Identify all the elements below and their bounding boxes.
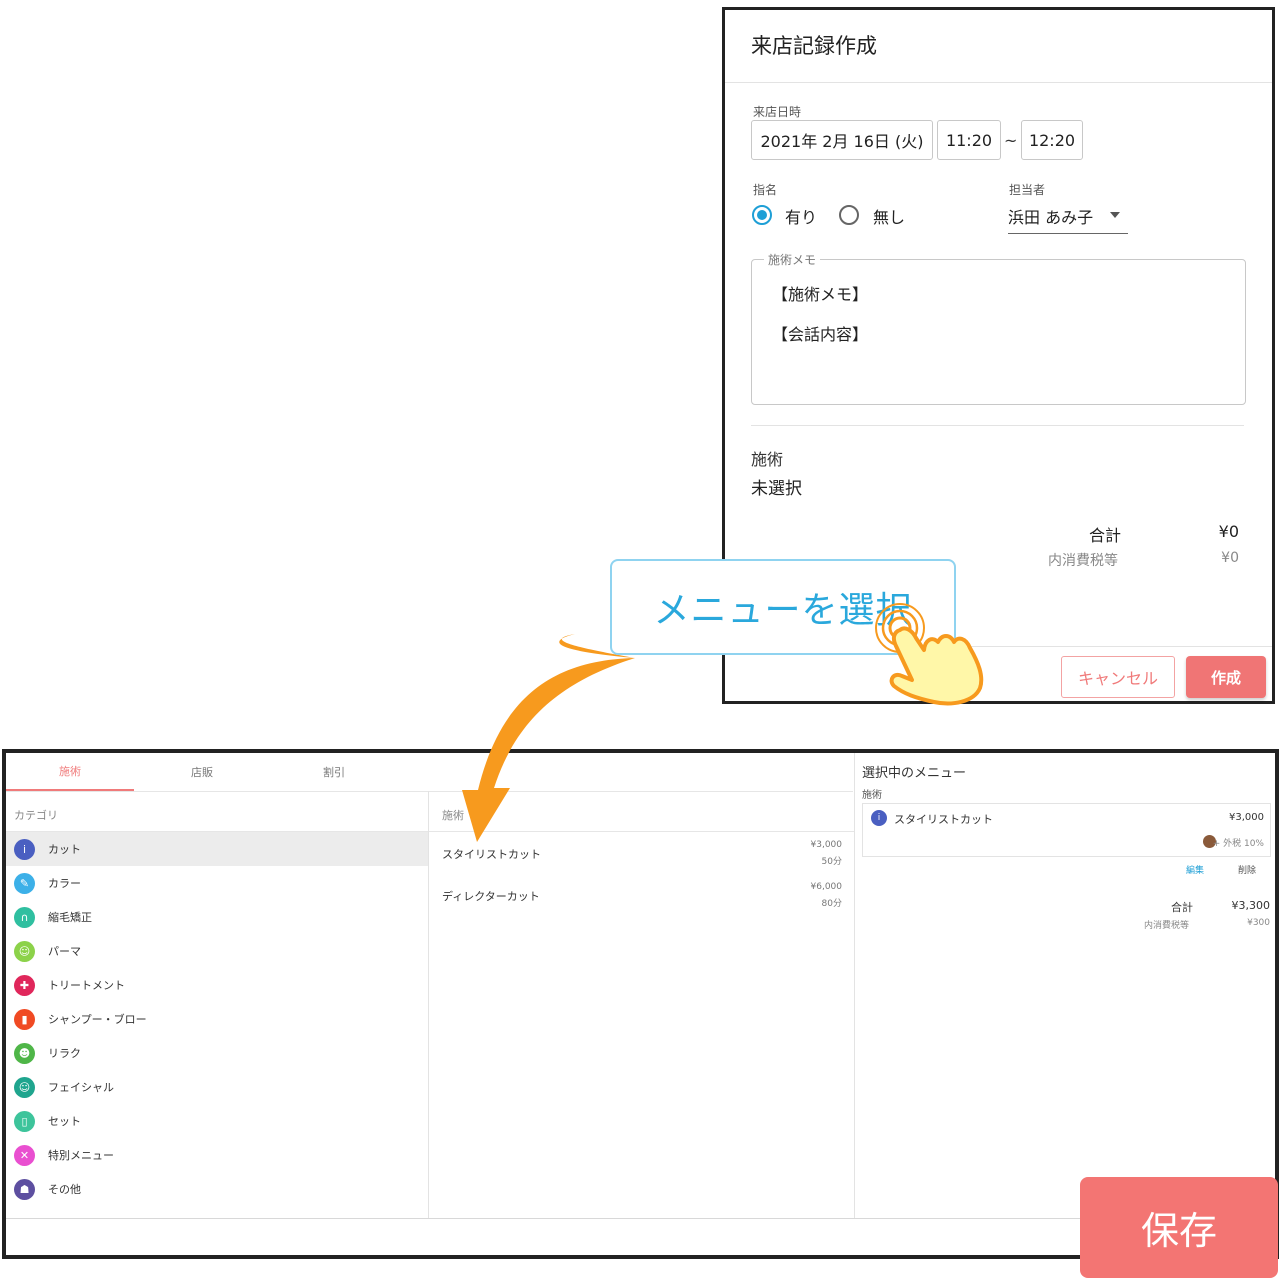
category-icon: ☻: [14, 1042, 35, 1064]
dialog-title: 来店記録作成: [751, 34, 877, 58]
nomination-no-label: 無し: [873, 208, 906, 227]
treatment-label: 施術: [751, 450, 784, 469]
category-icon: ☗: [14, 1178, 35, 1200]
cut-icon: i: [871, 810, 887, 826]
staff-value: 浜田 あみ子: [1008, 208, 1094, 227]
selected-menu-card: i スタイリストカット ¥3,000 + 外税 10%: [862, 803, 1271, 857]
total-value: ¥0: [1218, 522, 1239, 541]
date-field[interactable]: 2021年 2月 16日 (火): [751, 120, 933, 160]
cancel-button[interactable]: キャンセル: [1061, 656, 1175, 698]
category-label: その他: [48, 1183, 81, 1196]
tab-discount[interactable]: 割引: [270, 753, 398, 791]
category-item[interactable]: ▯ セット: [6, 1104, 428, 1138]
treatment-value: 未選択: [751, 479, 802, 499]
selected-item-price: ¥3,000: [1229, 812, 1264, 823]
tax-label: 内消費税等: [1048, 553, 1118, 569]
category-icon: ☺: [14, 940, 35, 962]
menu-item-director-cut[interactable]: ディレクターカット ¥6,000 80分: [429, 874, 854, 914]
category-label: 縮毛矯正: [48, 911, 92, 924]
category-icon: ☺: [14, 1076, 35, 1098]
category-label: リラク: [48, 1047, 81, 1060]
staff-select[interactable]: 浜田 あみ子: [1008, 198, 1128, 234]
category-item[interactable]: ☺ パーマ: [6, 934, 428, 968]
selected-menu-title: 選択中のメニュー: [862, 766, 967, 781]
tap-hand-icon: [875, 603, 984, 706]
category-label: 特別メニュー: [48, 1149, 114, 1162]
panel-total-label: 合計: [1171, 901, 1193, 914]
nomination-no-radio[interactable]: [839, 205, 859, 225]
create-button[interactable]: 作成: [1186, 656, 1266, 698]
category-icon: ✎: [14, 872, 35, 894]
total-label: 合計: [1089, 526, 1122, 545]
category-label: シャンプー・ブロー: [48, 1013, 147, 1026]
category-label: フェイシャル: [48, 1081, 114, 1094]
category-header: カテゴリ: [14, 809, 58, 822]
category-icon: i: [14, 838, 35, 860]
tax-note: + 外税 10%: [1212, 839, 1264, 849]
category-item[interactable]: i カット: [6, 832, 428, 866]
category-icon: ▮: [14, 1008, 35, 1030]
category-icon: ✕: [14, 1144, 35, 1166]
treatment-memo-field[interactable]: 施術メモ 【施術メモ】 【会話内容】: [751, 251, 1246, 405]
nomination-yes-label: 有り: [785, 208, 818, 227]
category-label: カラー: [48, 877, 81, 890]
column-divider: [854, 753, 855, 1218]
tab-retail[interactable]: 店販: [138, 753, 266, 791]
menu-item-name: ディレクターカット: [442, 890, 540, 903]
category-icon: ✚: [14, 974, 35, 996]
tax-value: ¥0: [1221, 550, 1239, 566]
category-item[interactable]: ∩ 縮毛矯正: [6, 900, 428, 934]
category-item[interactable]: ✚ トリートメント: [6, 968, 428, 1002]
selected-item-name: スタイリストカット: [894, 813, 993, 826]
menu-item-price: ¥6,000: [810, 882, 843, 892]
chevron-down-icon: [1110, 212, 1120, 218]
category-icon: ∩: [14, 906, 35, 928]
category-item[interactable]: ☗ その他: [6, 1172, 428, 1206]
save-button[interactable]: 保存: [1080, 1177, 1278, 1278]
section-divider: [751, 425, 1244, 426]
category-label: セット: [48, 1115, 81, 1128]
visit-datetime-label: 来店日時: [753, 105, 802, 119]
category-label: パーマ: [48, 945, 81, 958]
selected-section-label: 施術: [862, 790, 882, 801]
memo-line: 【施術メモ】: [772, 285, 869, 304]
start-time-field[interactable]: 11:20: [937, 120, 1001, 160]
menu-item-price: ¥3,000: [810, 840, 843, 850]
category-item[interactable]: ☻ リラク: [6, 1036, 428, 1070]
delete-button[interactable]: 削除: [1238, 863, 1256, 876]
panel-tax-label: 内消費税等: [1144, 921, 1190, 931]
nomination-yes-radio[interactable]: [752, 205, 772, 225]
category-label: トリートメント: [48, 979, 125, 992]
panel-tax-value: ¥300: [1247, 918, 1270, 928]
nomination-label: 指名: [753, 183, 778, 197]
end-time-field[interactable]: 12:20: [1021, 120, 1083, 160]
panel-total-value: ¥3,300: [1231, 899, 1271, 912]
category-item[interactable]: ✎ カラー: [6, 866, 428, 900]
category-label: カット: [48, 843, 81, 856]
time-range-separator: ~: [1004, 131, 1018, 150]
title-divider: [725, 82, 1272, 83]
category-item[interactable]: ☺ フェイシャル: [6, 1070, 428, 1104]
memo-line: 【会話内容】: [772, 325, 869, 344]
edit-button[interactable]: 編集: [1186, 863, 1204, 876]
tab-treatment[interactable]: 施術: [6, 753, 134, 791]
staff-label: 担当者: [1009, 183, 1046, 197]
menu-item-duration: 80分: [821, 899, 842, 909]
category-item[interactable]: ▮ シャンプー・ブロー: [6, 1002, 428, 1036]
menu-item-duration: 50分: [821, 857, 842, 867]
category-item[interactable]: ✕ 特別メニュー: [6, 1138, 428, 1172]
category-icon: ▯: [14, 1110, 35, 1132]
memo-label: 施術メモ: [764, 251, 821, 268]
